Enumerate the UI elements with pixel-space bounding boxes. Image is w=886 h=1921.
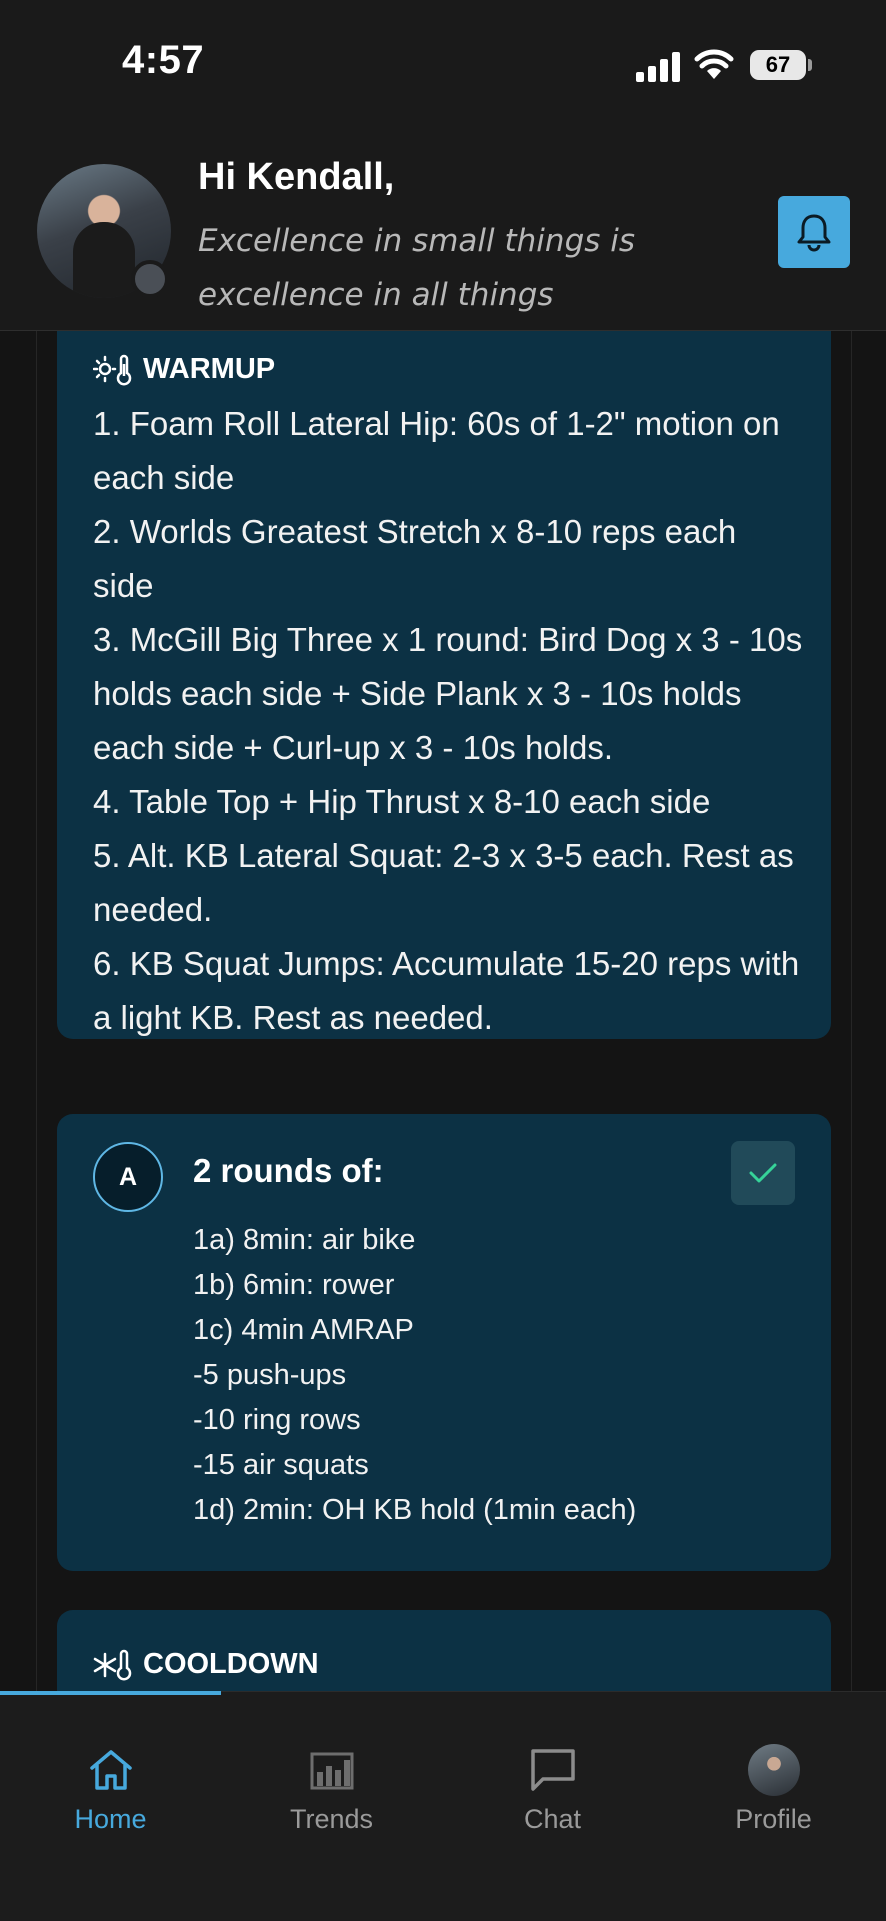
cooldown-heading: COOLDOWN <box>93 1648 319 1681</box>
status-bar: 4:57 67 <box>0 0 886 130</box>
block-a-card: A 2 rounds of: 1a) 8min: air bike 1b) 6m… <box>57 1114 831 1571</box>
greeting: Hi Kendall, <box>198 156 395 198</box>
tab-chat[interactable]: Chat <box>442 1692 663 1852</box>
wifi-icon <box>694 49 734 79</box>
signal-icon <box>636 50 682 82</box>
tab-home[interactable]: Home <box>0 1692 221 1852</box>
tab-profile[interactable]: Profile <box>663 1692 884 1852</box>
status-time: 4:57 <box>122 38 205 82</box>
chat-icon <box>530 1749 575 1791</box>
bell-icon <box>797 214 831 252</box>
warmup-heading: WARMUP <box>93 353 275 386</box>
checkmark-icon <box>749 1163 777 1183</box>
tab-bar: Home Trends Chat Profile <box>0 1691 886 1921</box>
sun-thermometer-icon <box>93 354 132 385</box>
tab-trends[interactable]: Trends <box>221 1692 442 1852</box>
complete-checkbox[interactable] <box>731 1141 795 1205</box>
profile-avatar <box>747 1744 800 1796</box>
workout-content[interactable]: WARMUP 1. Foam Roll Lateral Hip: 60s of … <box>36 331 852 1691</box>
cooldown-title: COOLDOWN <box>143 1648 319 1680</box>
warmup-instructions: 1. Foam Roll Lateral Hip: 60s of 1-2" mo… <box>93 405 803 1036</box>
tab-profile-label: Profile <box>735 1804 812 1834</box>
daily-quote: Excellence in small things is excellence… <box>198 223 636 313</box>
block-title: 2 rounds of: <box>193 1152 384 1189</box>
snowflake-thermometer-icon <box>93 1649 132 1680</box>
block-instructions: 1a) 8min: air bike 1b) 6min: rower 1c) 4… <box>193 1224 637 1526</box>
tab-trends-label: Trends <box>289 1804 374 1834</box>
battery-icon: 67 <box>750 50 806 80</box>
presence-indicator <box>131 260 169 298</box>
warmup-title: WARMUP <box>143 353 276 385</box>
warmup-card: WARMUP 1. Foam Roll Lateral Hip: 60s of … <box>57 331 831 1039</box>
block-badge: A <box>93 1142 163 1212</box>
home-icon <box>89 1750 132 1790</box>
tab-chat-label: Chat <box>523 1804 582 1834</box>
notifications-button[interactable] <box>778 196 850 268</box>
battery-nub <box>808 59 812 71</box>
tab-home-label: Home <box>74 1804 147 1834</box>
cooldown-card: COOLDOWN <box>57 1610 831 1691</box>
header: Hi Kendall, Excellence in small things i… <box>0 130 886 331</box>
bar-chart-icon <box>310 1752 353 1790</box>
